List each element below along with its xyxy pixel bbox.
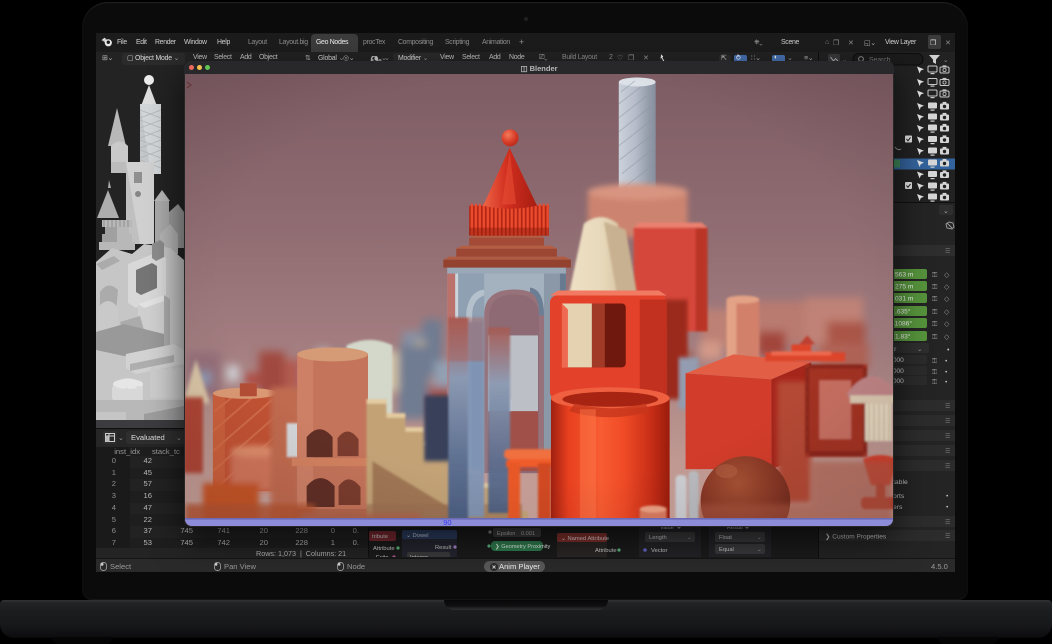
svg-text:ers: ers <box>893 504 903 511</box>
svg-text:⚿: ⚿ <box>932 379 937 386</box>
svg-text:☰: ☰ <box>945 463 950 470</box>
svg-text:⚿: ⚿ <box>932 309 938 316</box>
svg-text:☰: ☰ <box>945 533 950 540</box>
svg-text:⚿: ⚿ <box>932 321 938 328</box>
svg-text:⌄: ⌄ <box>757 535 762 541</box>
svg-text:❯ Geometry Proximity: ❯ Geometry Proximity <box>495 543 551 550</box>
svg-text:⌄: ⌄ <box>757 547 762 553</box>
svg-text:⚿: ⚿ <box>932 358 937 365</box>
svg-text:◇: ◇ <box>944 284 950 291</box>
svg-text:⚿: ⚿ <box>932 369 937 376</box>
svg-text:Result: Result <box>435 545 452 551</box>
svg-text:☰: ☰ <box>945 433 950 440</box>
svg-text:☰: ☰ <box>945 519 950 526</box>
svg-text:•: • <box>945 358 948 365</box>
svg-text:⌄ Named Attribute: ⌄ Named Attribute <box>561 536 609 542</box>
svg-text:⚿: ⚿ <box>932 334 938 341</box>
svg-text:◇: ◇ <box>944 296 950 303</box>
svg-text:❯ Custom Properties: ❯ Custom Properties <box>825 533 887 541</box>
svg-text:◇: ◇ <box>944 309 950 316</box>
svg-text:•: • <box>947 347 950 354</box>
svg-text:⌄: ⌄ <box>443 555 448 557</box>
svg-text:•: • <box>946 493 949 500</box>
svg-text:table: table <box>893 479 908 486</box>
svg-text:◇: ◇ <box>944 321 950 328</box>
svg-text:•: • <box>945 379 948 386</box>
svg-text:⌄ Dowel: ⌄ Dowel <box>406 533 429 539</box>
svg-text:Length: Length <box>649 535 667 541</box>
svg-text:⌄: ⌄ <box>943 57 948 64</box>
svg-text:⌄: ⌄ <box>917 346 923 353</box>
svg-text:275 m: 275 m <box>895 284 914 291</box>
svg-text:⚿: ⚿ <box>932 296 938 303</box>
svg-text:Epsilon: Epsilon <box>497 531 515 537</box>
svg-text:☰: ☰ <box>945 418 950 425</box>
svg-text:◇: ◇ <box>944 334 950 341</box>
svg-text:Attribute: Attribute <box>595 548 617 554</box>
svg-text:Float: Float <box>719 535 732 541</box>
svg-text:563 m: 563 m <box>895 272 914 279</box>
svg-text:⚿: ⚿ <box>932 284 938 291</box>
svg-text:1.83°: 1.83° <box>895 333 911 341</box>
svg-text:Exits: Exits <box>376 555 389 557</box>
svg-text:⚿: ⚿ <box>932 272 938 279</box>
svg-text:⌄: ⌄ <box>687 535 692 541</box>
svg-text:•: • <box>945 369 948 376</box>
svg-text:41086°: 41086° <box>891 320 912 328</box>
svg-text:☰: ☰ <box>945 448 950 455</box>
svg-text:Equal: Equal <box>719 547 734 553</box>
svg-text:.635°: .635° <box>895 308 911 316</box>
svg-text:Vector: Vector <box>651 548 668 554</box>
svg-text:Attribute: Attribute <box>373 546 395 552</box>
svg-text:0.001: 0.001 <box>521 531 535 537</box>
svg-text:☰: ☰ <box>945 248 950 255</box>
svg-text:⌄: ⌄ <box>943 208 949 215</box>
svg-text:•: • <box>946 504 949 511</box>
svg-text:◇: ◇ <box>944 272 950 279</box>
svg-text:☰: ☰ <box>945 403 950 410</box>
svg-text:Integer: Integer <box>410 555 428 557</box>
svg-text:90: 90 <box>443 518 451 526</box>
svg-text:tribute: tribute <box>372 534 388 540</box>
svg-text:031 m: 031 m <box>895 296 914 303</box>
svg-text:orts: orts <box>893 493 905 500</box>
